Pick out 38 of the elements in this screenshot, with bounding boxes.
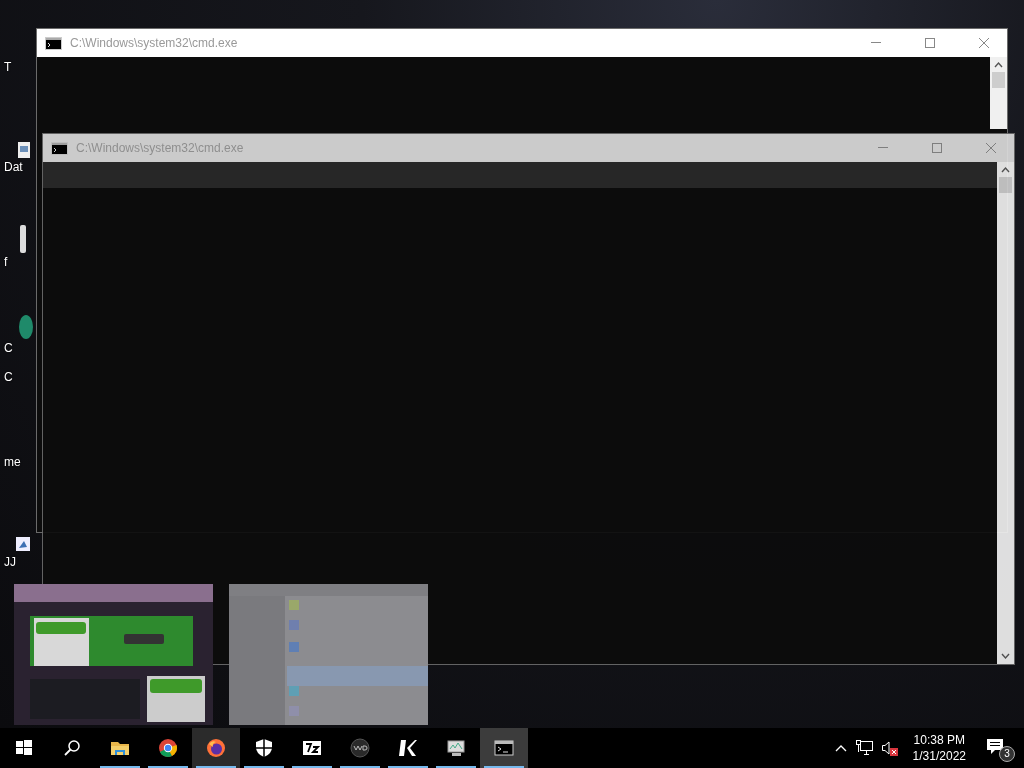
icon-label: C xyxy=(3,370,13,384)
window-title: C:\Windows\system32\cmd.exe xyxy=(76,140,244,157)
volume-muted-icon[interactable] xyxy=(880,740,899,756)
icon-label: f xyxy=(3,255,8,269)
maximize-icon xyxy=(924,37,936,49)
taskbar-app[interactable] xyxy=(480,728,528,768)
scrollbar[interactable] xyxy=(997,162,1014,664)
icon-label: Dat xyxy=(3,160,23,174)
archive-icon xyxy=(302,738,322,758)
close-icon xyxy=(978,37,990,49)
disc-icon xyxy=(350,738,370,758)
window-title: C:\Windows\system32\cmd.exe xyxy=(70,35,238,52)
windows-logo-icon xyxy=(14,738,34,758)
notification-count: 3 xyxy=(999,746,1015,762)
scroll-thumb[interactable] xyxy=(999,177,1012,193)
network-icon[interactable] xyxy=(854,740,873,756)
firefox-icon xyxy=(206,738,226,758)
terminal-icon xyxy=(45,36,62,50)
close-icon xyxy=(985,142,997,154)
taskbar-app[interactable] xyxy=(192,728,240,768)
clock[interactable]: 10:38 PM 1/31/2022 xyxy=(906,732,972,764)
icon-label: JJ xyxy=(3,555,16,569)
message-icon xyxy=(986,738,1004,755)
terminal-icon xyxy=(51,141,68,155)
chrome-icon xyxy=(158,738,178,758)
scrollbar[interactable] xyxy=(990,57,1007,129)
icon-label: T xyxy=(3,60,12,74)
icon-label: C xyxy=(3,341,13,355)
maximize-icon xyxy=(931,142,943,154)
icon-label: me xyxy=(3,455,21,469)
k-logo-icon xyxy=(398,738,418,758)
shield-icon xyxy=(254,738,274,758)
notifications-button[interactable]: 3 xyxy=(980,728,1016,768)
chevron-up-icon[interactable] xyxy=(834,744,847,752)
search-icon xyxy=(62,738,82,758)
terminal-icon xyxy=(494,738,514,758)
monitor-icon xyxy=(446,738,466,758)
scroll-thumb[interactable] xyxy=(992,72,1005,88)
